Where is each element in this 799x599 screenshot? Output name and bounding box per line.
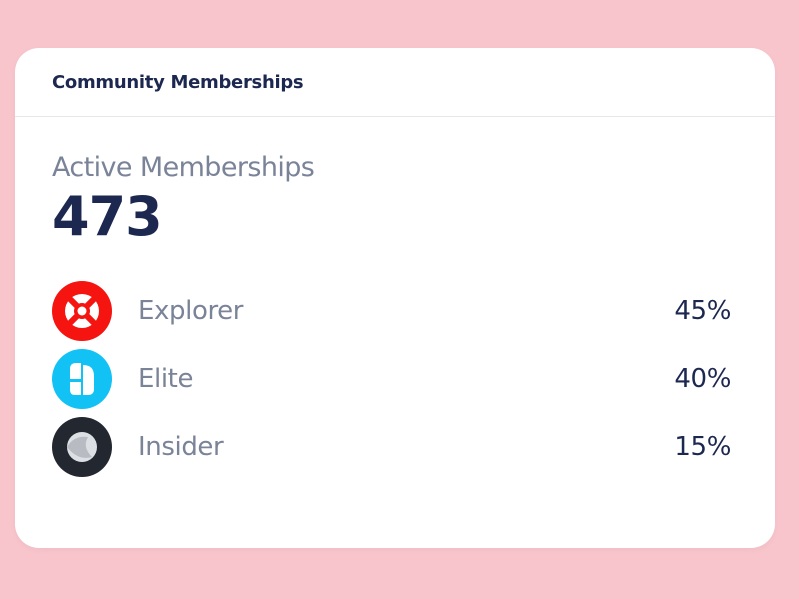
membership-percent: 15% [674, 432, 731, 462]
card-body: Active Memberships 473 Explorer 45% Elit… [15, 151, 775, 477]
community-memberships-card: Community Memberships Active Memberships… [15, 48, 775, 548]
list-item-explorer: Explorer 45% [52, 281, 731, 341]
split-shape-icon [52, 349, 112, 409]
list-item-elite: Elite 40% [52, 349, 731, 409]
lifebuoy-icon [52, 281, 112, 341]
card-header: Community Memberships [15, 48, 775, 117]
list-item-insider: Insider 15% [52, 417, 731, 477]
membership-name: Explorer [138, 296, 244, 326]
overlap-circle-icon [52, 417, 112, 477]
metric-value: 473 [52, 185, 163, 248]
membership-list: Explorer 45% Elite 40% Insider 15% [52, 281, 731, 477]
membership-name: Elite [138, 364, 194, 394]
membership-percent: 40% [674, 364, 731, 394]
membership-name: Insider [138, 432, 224, 462]
metric-label: Active Memberships [52, 152, 315, 183]
card-title: Community Memberships [52, 71, 304, 93]
membership-percent: 45% [674, 296, 731, 326]
